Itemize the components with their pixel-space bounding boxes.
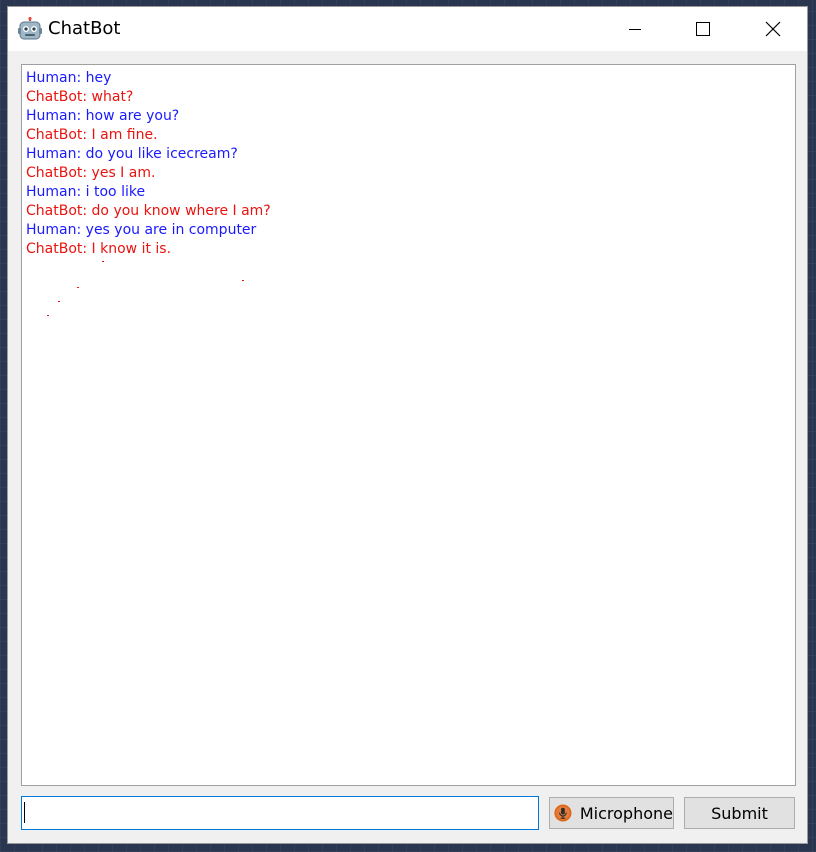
render-artifact [47, 315, 49, 316]
window-title: ChatBot [48, 18, 121, 39]
microphone-button[interactable]: Microphone [549, 797, 674, 829]
close-icon [765, 21, 781, 37]
text-cursor [24, 802, 25, 823]
chat-log[interactable]: Human: hey ChatBot: what? Human: how are… [21, 64, 796, 786]
chat-message: Human: do you like icecream? [26, 146, 238, 162]
close-button[interactable] [750, 7, 796, 51]
minimize-icon [629, 29, 641, 30]
submit-label: Submit [711, 803, 768, 823]
chat-message: ChatBot: do you know where I am? [26, 203, 271, 219]
chat-message: Human: yes you are in computer [26, 222, 257, 238]
robot-icon [18, 17, 42, 40]
chat-message: Human: how are you? [26, 108, 180, 124]
minimize-button[interactable] [612, 7, 658, 51]
chat-message: Human: i too like [26, 184, 146, 200]
render-artifact [242, 280, 244, 281]
microphone-icon [554, 804, 572, 822]
maximize-icon [696, 22, 710, 36]
chat-message: Human: hey [26, 70, 112, 86]
render-artifact [58, 301, 60, 302]
message-input[interactable] [21, 796, 539, 830]
render-artifact [102, 261, 104, 262]
submit-button[interactable]: Submit [684, 797, 795, 829]
chat-message: ChatBot: I know it is. [26, 241, 172, 257]
render-artifact [77, 287, 79, 288]
chatbot-window: ChatBot Human: hey ChatBot: what? Human:… [7, 6, 808, 844]
maximize-button[interactable] [680, 7, 726, 51]
title-bar[interactable]: ChatBot [8, 7, 807, 51]
microphone-label: Microphone [579, 803, 673, 823]
chat-message: ChatBot: what? [26, 89, 134, 105]
chat-message: ChatBot: yes I am. [26, 165, 156, 181]
chat-message: ChatBot: I am fine. [26, 127, 158, 143]
